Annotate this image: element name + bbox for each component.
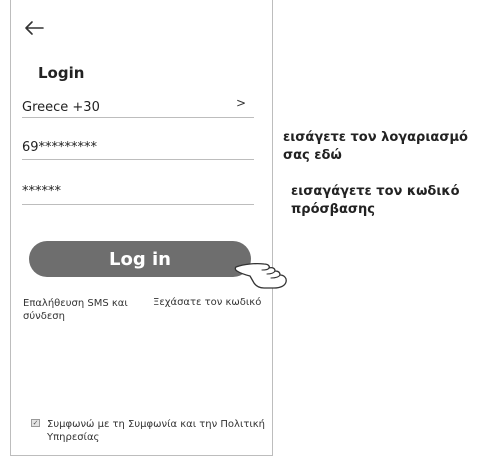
forgot-password-link[interactable]: Ξεχάσατε τον κωδικό xyxy=(153,297,261,308)
agreement-text[interactable]: Συμφωνώ με τη Συμφωνία και την Πολιτική … xyxy=(47,418,271,444)
login-button[interactable]: Log in xyxy=(29,241,251,277)
account-hint-annotation: εισάγετε τον λογαριασμό σας εδώ xyxy=(283,130,468,163)
chevron-right-icon: > xyxy=(235,96,246,110)
country-selector[interactable]: Greece +30 > xyxy=(22,96,254,118)
password-value: ****** xyxy=(22,184,61,199)
phone-screen: Login Greece +30 > 69********* ****** Lo… xyxy=(10,0,273,456)
back-arrow-icon[interactable] xyxy=(23,20,45,36)
password-field[interactable]: ****** xyxy=(22,180,254,205)
account-field[interactable]: 69********* xyxy=(22,136,254,160)
password-hint-annotation: εισαγάγετε τον κωδικό πρόσβασης xyxy=(291,184,460,217)
pointing-hand-icon xyxy=(234,262,287,289)
page-title: Login xyxy=(38,64,85,82)
checkbox-icon[interactable]: ✓ xyxy=(31,419,40,427)
country-value: Greece +30 xyxy=(22,100,100,115)
account-value: 69********* xyxy=(22,140,98,155)
sms-login-link[interactable]: Επαλήθευση SMS και σύνδεση xyxy=(23,297,143,323)
